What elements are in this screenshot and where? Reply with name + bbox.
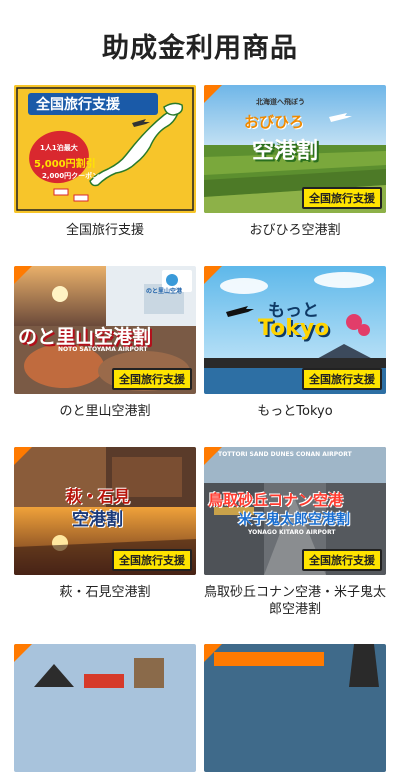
airport-logo-text: のと里山空港 bbox=[146, 288, 183, 295]
product-caption[interactable]: おびひろ空港割 bbox=[200, 222, 390, 239]
thumbnail-subhead: Tokyo bbox=[258, 316, 330, 341]
thumbnail-headline: 鳥取砂丘コナン空港 bbox=[208, 491, 344, 509]
product-thumbnail[interactable]: 北海道へ飛ぼう おびひろ 空港割 全国旅行支援 bbox=[204, 85, 386, 213]
travel-support-badge: 全国旅行支援 bbox=[302, 368, 382, 390]
thumbnail-headline: のと里山空港割 bbox=[18, 326, 152, 348]
corner-ribbon bbox=[14, 266, 32, 284]
travel-support-badge: 全国旅行支援 bbox=[112, 368, 192, 390]
travel-support-badge: 全国旅行支援 bbox=[302, 187, 382, 209]
product-card-7[interactable] bbox=[14, 644, 196, 772]
corner-ribbon bbox=[204, 85, 222, 103]
thumbnail-subhead: 米子鬼太郎空港割 bbox=[238, 512, 350, 528]
product-thumbnail[interactable]: 全国旅行支援 1人1泊最大 5,000円割引 2,000円クーポン bbox=[14, 85, 196, 213]
corner-ribbon bbox=[14, 644, 32, 662]
thumbnail-headline: 全国旅行支援 bbox=[36, 97, 120, 113]
product-thumbnail[interactable]: 萩・石見 空港割 全国旅行支援 bbox=[14, 447, 196, 575]
thumbnail-subhead: 空港割 bbox=[72, 510, 123, 530]
product-thumbnail[interactable]: もっと Tokyo 全国旅行支援 bbox=[204, 266, 386, 394]
thumbnail-subhead: 空港割 bbox=[252, 139, 319, 164]
travel-support-badge: 全国旅行支援 bbox=[302, 549, 382, 571]
product-card-tokyo[interactable]: もっと Tokyo 全国旅行支援 もっとTokyo bbox=[204, 266, 386, 420]
thumbnail-subhead: NOTO SATOYAMA AIRPORT bbox=[58, 346, 148, 353]
product-card-zenkoku[interactable]: 全国旅行支援 1人1泊最大 5,000円割引 2,000円クーポン 全国旅行支援 bbox=[14, 85, 196, 239]
travel-support-badge: 全国旅行支援 bbox=[112, 549, 192, 571]
corner-ribbon bbox=[204, 266, 222, 284]
corner-ribbon bbox=[204, 644, 222, 662]
product-thumbnail[interactable]: TOTTORI SAND DUNES CONAN AIRPORT 鳥取砂丘コナン… bbox=[204, 447, 386, 575]
product-caption[interactable]: もっとTokyo bbox=[200, 403, 390, 420]
corner-ribbon bbox=[14, 447, 32, 465]
product-caption[interactable]: 鳥取砂丘コナン空港・米子鬼太郎空港割 bbox=[200, 584, 390, 618]
page-title: 助成金利用商品 bbox=[102, 33, 298, 64]
product-card-noto[interactable]: のと里山空港 のと里山空港割 NOTO SATOYAMA AIRPORT 全国旅… bbox=[14, 266, 196, 420]
product-caption[interactable]: 萩・石見空港割 bbox=[10, 584, 200, 601]
thumbnail-tagline: 北海道へ飛ぼう bbox=[256, 98, 305, 106]
thumbnail-tagline: TOTTORI SAND DUNES CONAN AIRPORT bbox=[218, 451, 352, 458]
product-card-hagi-iwami[interactable]: 萩・石見 空港割 全国旅行支援 萩・石見空港割 bbox=[14, 447, 196, 601]
thumbnail-headline: おびひろ bbox=[244, 113, 305, 131]
product-thumbnail[interactable] bbox=[204, 644, 386, 772]
product-card-tottori-yonago[interactable]: TOTTORI SAND DUNES CONAN AIRPORT 鳥取砂丘コナン… bbox=[204, 447, 386, 618]
castle-photo bbox=[14, 644, 196, 772]
thumbnail-airport-line: YONAGO KITARO AIRPORT bbox=[248, 529, 336, 536]
product-card-8[interactable] bbox=[204, 644, 386, 772]
thumbnail-headline: 萩・石見 bbox=[66, 487, 131, 506]
product-caption[interactable]: のと里山空港割 bbox=[10, 403, 200, 420]
promo-line-1: 1人1泊最大 bbox=[40, 144, 78, 152]
product-thumbnail[interactable]: のと里山空港 のと里山空港割 NOTO SATOYAMA AIRPORT 全国旅… bbox=[14, 266, 196, 394]
seaside-photo bbox=[204, 644, 386, 772]
product-caption[interactable]: 全国旅行支援 bbox=[10, 222, 200, 239]
product-thumbnail[interactable] bbox=[14, 644, 196, 772]
promo-line-2: 5,000円割引 bbox=[34, 159, 96, 170]
promo-line-3: 2,000円クーポン bbox=[42, 172, 100, 180]
product-card-obihiro[interactable]: 北海道へ飛ぼう おびひろ 空港割 全国旅行支援 おびひろ空港割 bbox=[204, 85, 386, 239]
